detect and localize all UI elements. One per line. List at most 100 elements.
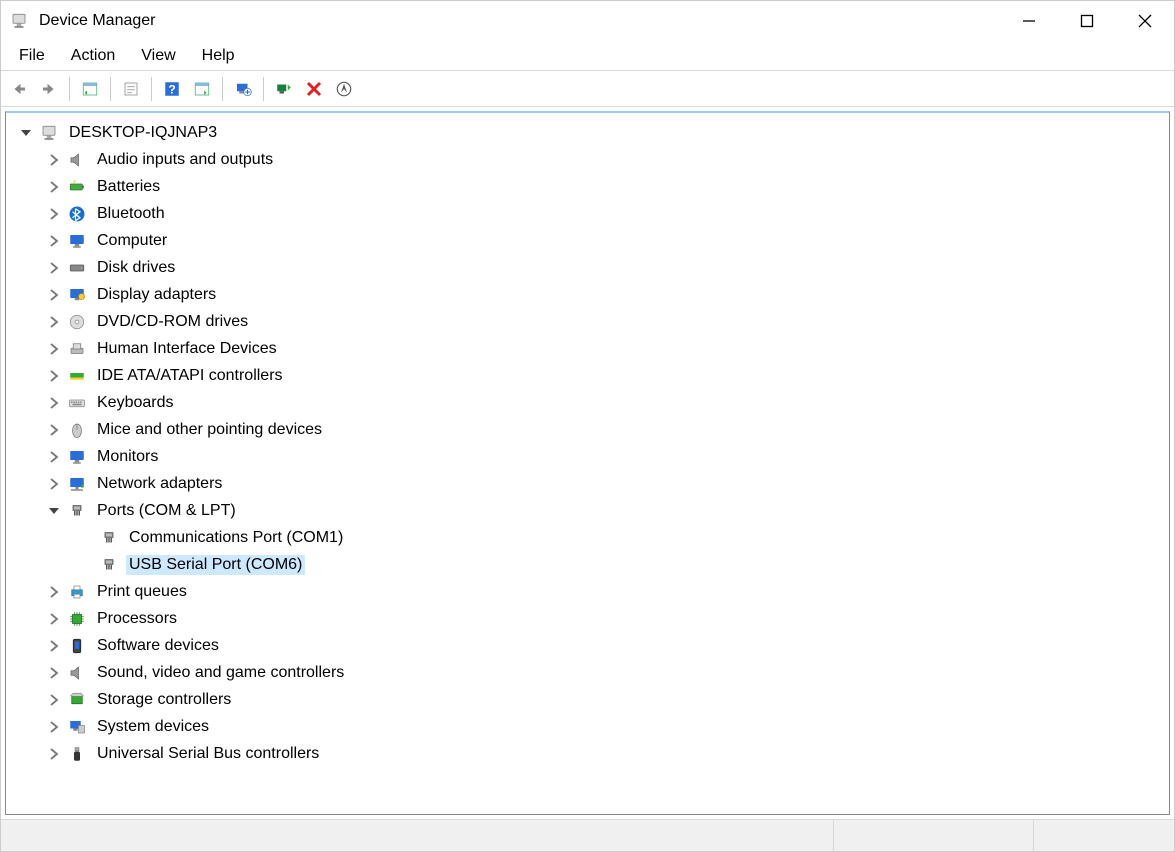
system-icon [66,716,88,738]
chevron-right-icon[interactable] [46,422,62,438]
tree-category-label: Batteries [94,177,163,197]
chevron-right-icon[interactable] [46,152,62,168]
status-cell [1,820,834,851]
status-cell [834,820,1034,851]
menu-file[interactable]: File [7,43,57,69]
tree-category-label: Sound, video and game controllers [94,663,347,683]
chevron-right-icon[interactable] [46,611,62,627]
close-button[interactable] [1116,1,1174,41]
tree-category-label: Print queues [94,582,190,602]
tree-category[interactable]: Batteries [6,173,1169,200]
chevron-right-icon[interactable] [46,476,62,492]
chevron-right-icon[interactable] [46,368,62,384]
menu-view[interactable]: View [129,43,187,69]
tree-category[interactable]: Sound, video and game controllers [6,659,1169,686]
tree-category[interactable]: Keyboards [6,389,1169,416]
tree-category[interactable]: System devices [6,713,1169,740]
tree-category[interactable]: Network adapters [6,470,1169,497]
tree-category[interactable]: Audio inputs and outputs [6,146,1169,173]
tree-category-label: Storage controllers [94,690,234,710]
toolbar-separator [222,77,223,101]
menu-help[interactable]: Help [190,43,247,69]
tree-category[interactable]: Processors [6,605,1169,632]
status-cell [1034,820,1174,851]
monitor-icon [66,230,88,252]
scan-hardware-button[interactable] [270,75,298,103]
hid-icon [66,338,88,360]
chevron-down-icon[interactable] [18,125,34,141]
tree-category[interactable]: Computer [6,227,1169,254]
chevron-right-icon[interactable] [46,233,62,249]
speaker-icon [66,149,88,171]
forward-button[interactable] [35,75,63,103]
chevron-right-icon[interactable] [46,341,62,357]
device-tree[interactable]: DESKTOP-IQJNAP3 Audio inputs and outputs… [5,111,1170,815]
chevron-right-icon[interactable] [46,206,62,222]
chevron-right-icon[interactable] [46,719,62,735]
tree-category[interactable]: Software devices [6,632,1169,659]
port-icon [98,554,120,576]
toolbar-separator [110,77,111,101]
help-button[interactable]: ? [158,75,186,103]
tree-category[interactable]: Ports (COM & LPT) [6,497,1169,524]
tree-device-label: Communications Port (COM1) [126,528,346,548]
chevron-right-icon[interactable] [46,638,62,654]
menubar: File Action View Help [1,41,1174,71]
chevron-right-icon[interactable] [46,395,62,411]
window-controls [1000,1,1174,41]
chevron-right-icon[interactable] [46,584,62,600]
titlebar: Device Manager [1,1,1174,41]
chevron-right-icon[interactable] [46,260,62,276]
tree-category[interactable]: Display adapters [6,281,1169,308]
show-hide-tree-button[interactable] [76,75,104,103]
chevron-right-icon[interactable] [46,287,62,303]
bluetooth-icon [66,203,88,225]
svg-text:?: ? [168,82,175,96]
display-adapter-icon [66,284,88,306]
chevron-right-icon[interactable] [46,746,62,762]
tree-category[interactable]: Monitors [6,443,1169,470]
tree-category[interactable]: Print queues [6,578,1169,605]
tree-category-label: Network adapters [94,474,225,494]
tree-device[interactable]: USB Serial Port (COM6) [6,551,1169,578]
tree-device[interactable]: Communications Port (COM1) [6,524,1169,551]
back-button[interactable] [5,75,33,103]
chevron-right-icon[interactable] [46,314,62,330]
chevron-down-icon[interactable] [46,503,62,519]
port-icon [66,500,88,522]
mouse-icon [66,419,88,441]
tree-category[interactable]: Disk drives [6,254,1169,281]
toolbar: ? [1,71,1174,107]
optical-icon [66,311,88,333]
disable-button[interactable] [330,75,358,103]
update-driver-button[interactable] [229,75,257,103]
statusbar [1,819,1174,851]
tree-category-label: Processors [94,609,180,629]
uninstall-button[interactable] [300,75,328,103]
tree-root[interactable]: DESKTOP-IQJNAP3 [6,119,1169,146]
menu-action[interactable]: Action [59,43,127,69]
chevron-right-icon[interactable] [46,692,62,708]
window-title: Device Manager [39,12,156,30]
tree-root-label: DESKTOP-IQJNAP3 [66,123,220,143]
tree-category[interactable]: Universal Serial Bus controllers [6,740,1169,767]
minimize-button[interactable] [1000,1,1058,41]
tree-category[interactable]: DVD/CD-ROM drives [6,308,1169,335]
monitor-icon [66,446,88,468]
tree-category[interactable]: Mice and other pointing devices [6,416,1169,443]
battery-icon [66,176,88,198]
properties-button[interactable] [117,75,145,103]
tree-category[interactable]: Bluetooth [6,200,1169,227]
show-hidden-button[interactable] [188,75,216,103]
keyboard-icon [66,392,88,414]
cpu-icon [66,608,88,630]
chevron-right-icon[interactable] [46,665,62,681]
tree-category[interactable]: Storage controllers [6,686,1169,713]
maximize-button[interactable] [1058,1,1116,41]
chevron-right-icon[interactable] [46,449,62,465]
tree-category-label: Disk drives [94,258,178,278]
chevron-right-icon[interactable] [46,179,62,195]
tree-category[interactable]: IDE ATA/ATAPI controllers [6,362,1169,389]
printer-icon [66,581,88,603]
tree-category[interactable]: Human Interface Devices [6,335,1169,362]
